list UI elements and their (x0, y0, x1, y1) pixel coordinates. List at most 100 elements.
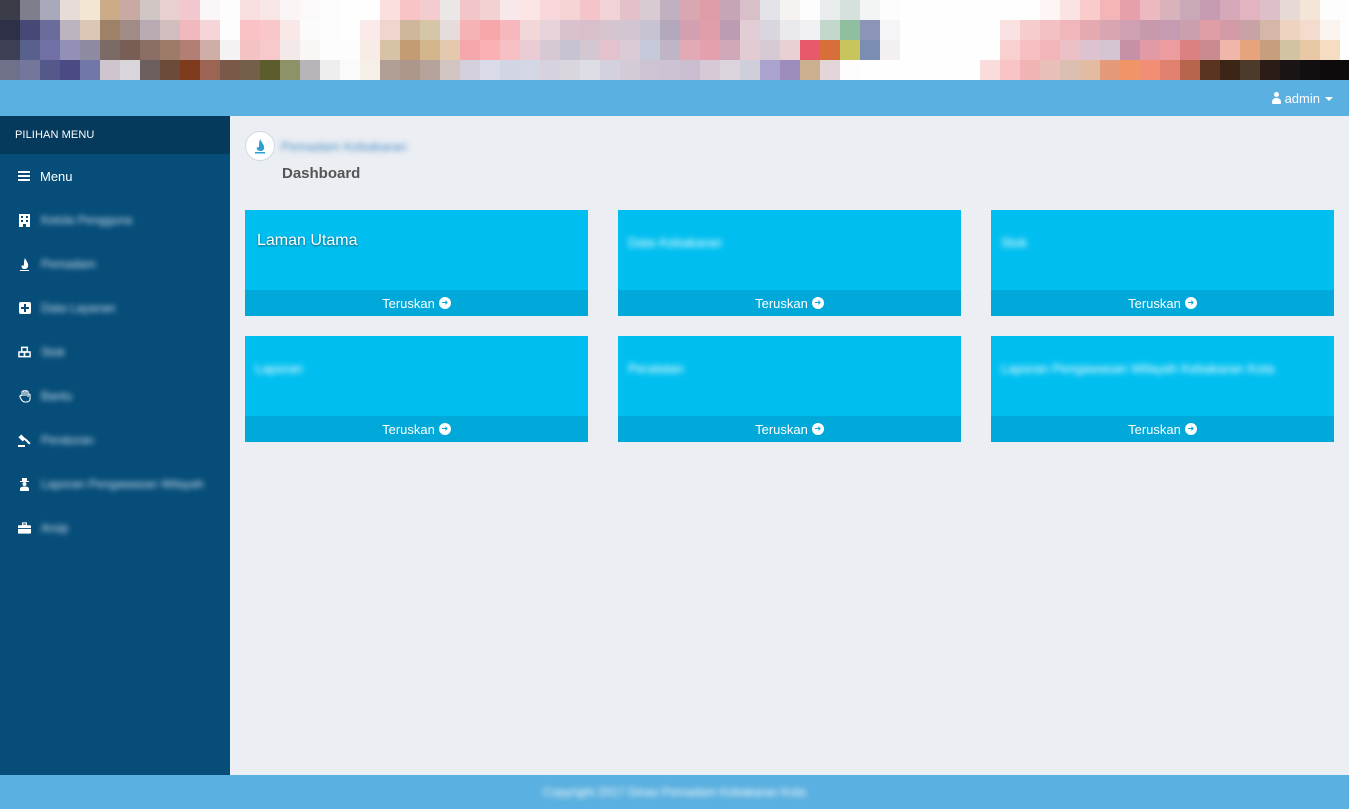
banner-pixel (1160, 60, 1180, 80)
tile-continue-link[interactable]: Teruskan (991, 416, 1334, 442)
banner-pixel (140, 40, 160, 60)
banner-pixel (1140, 60, 1160, 80)
banner-pixel (180, 60, 200, 80)
banner-pixel (780, 20, 800, 40)
banner-pixel (420, 20, 440, 40)
banner-pixel (1180, 40, 1200, 60)
banner-pixel (1260, 60, 1280, 80)
sidebar-item-label: Data Layanan (41, 301, 116, 315)
banner-pixel (1280, 60, 1300, 80)
banner-pixel (580, 0, 600, 20)
banner-pixel (300, 0, 320, 20)
banner-pixel (320, 0, 340, 20)
dashboard-tile[interactable]: Data Kebakaran Teruskan (618, 210, 961, 316)
sidebar-item-2[interactable]: Data Layanan (0, 286, 230, 330)
tile-continue-link[interactable]: Teruskan (991, 290, 1334, 316)
banner-pixel (80, 0, 100, 20)
banner-pixel (200, 60, 220, 80)
banner-pixel (820, 20, 840, 40)
banner-pixel (100, 0, 120, 20)
banner-pixel (1320, 40, 1340, 60)
header-banner-image (0, 0, 1349, 80)
sidebar-item-label: Kelola Pengguna (41, 213, 133, 227)
banner-pixel (1240, 60, 1260, 80)
banner-pixel (960, 0, 980, 20)
banner-pixel (1220, 40, 1240, 60)
dashboard-tile[interactable]: Laporan Pengawasan Wilayah Kebakaran Kot… (991, 336, 1334, 442)
tile-continue-link[interactable]: Teruskan (618, 416, 961, 442)
banner-pixel (280, 60, 300, 80)
banner-pixel (700, 60, 720, 80)
banner-pixel (140, 60, 160, 80)
arrow-circle-right-icon (438, 297, 451, 309)
banner-pixel (220, 20, 240, 40)
banner-pixel (460, 40, 480, 60)
banner-pixel (860, 40, 880, 60)
gavel-icon (18, 433, 31, 447)
banner-pixel (740, 20, 760, 40)
banner-pixel (1220, 60, 1240, 80)
banner-pixel (900, 40, 920, 60)
banner-pixel (340, 0, 360, 20)
banner-pixel (1100, 60, 1120, 80)
dashboard-tile[interactable]: Laman Utama Teruskan (245, 210, 588, 316)
banner-pixel (440, 40, 460, 60)
banner-pixel (1000, 0, 1020, 20)
banner-pixel (360, 60, 380, 80)
banner-pixel (80, 20, 100, 40)
banner-pixel (180, 40, 200, 60)
banner-pixel (920, 60, 940, 80)
flame-icon (18, 257, 31, 271)
sidebar-item-0[interactable]: Kelola Pengguna (0, 198, 230, 242)
banner-pixel (600, 40, 620, 60)
banner-pixel (1120, 60, 1140, 80)
user-dropdown[interactable]: admin (1271, 80, 1333, 116)
banner-pixel (1140, 20, 1160, 40)
banner-pixel (1240, 20, 1260, 40)
banner-pixel (1340, 20, 1349, 40)
sidebar: PILIHAN MENU Menu Kelola Pengguna Pemada… (0, 116, 230, 775)
page-title: Dashboard (282, 165, 361, 182)
banner-pixel (940, 40, 960, 60)
banner-pixel (560, 40, 580, 60)
banner-pixel (1020, 20, 1040, 40)
tile-continue-link[interactable]: Teruskan (618, 290, 961, 316)
tile-continue-link[interactable]: Teruskan (245, 290, 588, 316)
sidebar-item-1[interactable]: Pemadam (0, 242, 230, 286)
banner-pixel (300, 40, 320, 60)
user-name: admin (1284, 90, 1320, 106)
tile-continue-link[interactable]: Teruskan (245, 416, 588, 442)
banner-pixel (40, 60, 60, 80)
banner-pixel (480, 20, 500, 40)
banner-pixel (520, 20, 540, 40)
banner-pixel (1060, 60, 1080, 80)
menu-toggle-label: Menu (40, 168, 73, 184)
sidebar-item-3[interactable]: Stok (0, 330, 230, 374)
menu-toggle[interactable]: Menu (0, 154, 230, 198)
sidebar-item-7[interactable]: Arsip (0, 506, 230, 550)
banner-pixel (900, 20, 920, 40)
banner-pixel (140, 0, 160, 20)
banner-pixel (940, 60, 960, 80)
banner-pixel (160, 60, 180, 80)
banner-pixel (180, 20, 200, 40)
banner-pixel (900, 60, 920, 80)
banner-pixel (820, 40, 840, 60)
banner-pixel (520, 0, 540, 20)
sidebar-item-5[interactable]: Peraturan (0, 418, 230, 462)
banner-pixel (380, 20, 400, 40)
banner-pixel (240, 20, 260, 40)
banner-pixel (460, 0, 480, 20)
dashboard-tile[interactable]: Stok Teruskan (991, 210, 1334, 316)
dashboard-tile[interactable]: Laporan Teruskan (245, 336, 588, 442)
dashboard-tile[interactable]: Peralatan Teruskan (618, 336, 961, 442)
banner-pixel (1140, 0, 1160, 20)
arrow-circle-right-icon (1184, 297, 1197, 309)
banner-pixel (760, 20, 780, 40)
banner-pixel (60, 60, 80, 80)
sidebar-item-4[interactable]: Bantu (0, 374, 230, 418)
banner-pixel (0, 40, 20, 60)
sidebar-item-6[interactable]: Laporan Pengawasan Wilayah (0, 462, 230, 506)
banner-pixel (1000, 20, 1020, 40)
main-content: Pemadam Kebakaran Dashboard Laman Utama … (230, 116, 1349, 775)
